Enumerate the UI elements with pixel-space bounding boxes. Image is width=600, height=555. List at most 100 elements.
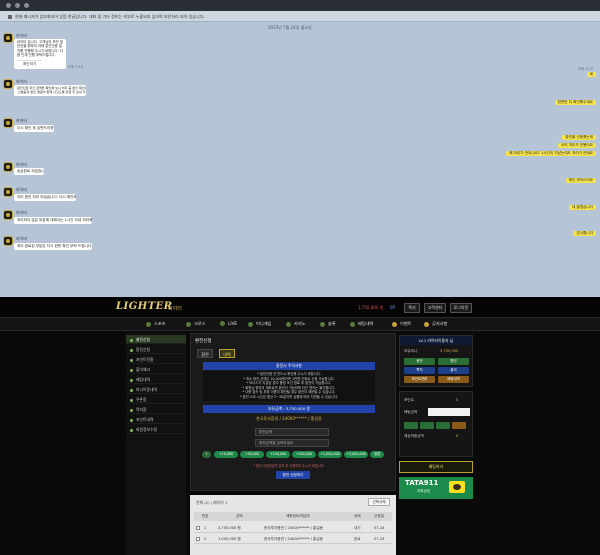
- sidebar-item-money-log[interactable]: 머니이동내역: [126, 385, 186, 394]
- quick-1m-button[interactable]: +1,000,000: [318, 451, 342, 458]
- bet-max-button[interactable]: [452, 422, 466, 429]
- window-button-icon[interactable]: [15, 3, 20, 8]
- quick-50k-button[interactable]: +50,000: [240, 451, 264, 458]
- bet-amount-label: 베팅금액: [404, 410, 418, 414]
- quick-3m-button[interactable]: +3,000,000: [344, 451, 368, 458]
- nav-bet-history[interactable]: 배팅내역: [350, 321, 373, 327]
- apply-withdraw-button[interactable]: 환전 신청하기: [276, 471, 310, 479]
- sidebar-item-withdraw[interactable]: 환전신청: [126, 345, 186, 354]
- cross-icon: [186, 321, 191, 327]
- withdraw-button[interactable]: 환전: [438, 358, 469, 365]
- site-logo[interactable]: LIGHTER: [116, 301, 173, 312]
- slot-icon: [320, 321, 325, 327]
- nav-casino[interactable]: 카지노: [286, 321, 306, 327]
- withdraw-icon: [130, 348, 133, 352]
- quick-reset-button[interactable]: 정정: [370, 451, 384, 458]
- support-button[interactable]: 고객센터: [424, 303, 446, 313]
- logout-button[interactable]: 로그아웃: [450, 303, 472, 313]
- quick-100k-button[interactable]: +100,000: [266, 451, 290, 458]
- tata911-title: TATA911: [405, 479, 439, 487]
- sender-avatar[interactable]: [3, 79, 13, 89]
- quick-500k-button[interactable]: +500,000: [292, 451, 316, 458]
- bet-amount-input[interactable]: [428, 408, 470, 416]
- window-button-icon[interactable]: [6, 3, 11, 8]
- tata911-subtitle: 카톡상담: [417, 489, 431, 493]
- kakaotalk-icon: [449, 481, 465, 493]
- sidebar-item-bet-history[interactable]: 베팅내역: [126, 375, 186, 384]
- sender-avatar[interactable]: [3, 162, 13, 172]
- message-box-button[interactable]: 쪽지: [404, 367, 435, 374]
- nav-cross[interactable]: 크로스: [186, 321, 206, 327]
- sender-avatar[interactable]: [3, 118, 13, 128]
- right-sidebar: LV.1 라이터이용자 님 보유머니 3,750,000 충전 환전 쪽지 출석…: [399, 333, 473, 555]
- panel-title: 환전신청: [195, 339, 212, 344]
- notice-icon: [424, 321, 429, 327]
- nav-event[interactable]: 이벤트: [392, 321, 412, 327]
- message-bubble: 환전신청 하신 금액을 확인해 보니 처리 중 본인 확인이 필요합니다. 신분…: [14, 85, 86, 96]
- points-label: 포인트: [404, 398, 414, 402]
- notice-rules: * 환전신청 전 반드시 확인해 주시기 바랍니다. * 최소 환전 금액은 1…: [203, 371, 375, 401]
- sender-avatar[interactable]: [3, 236, 13, 246]
- chat-notice-text: 현재 메시지가 암호화되어 있음 한글입니다. 대화 및 기타 정보는 외부로 …: [15, 14, 205, 19]
- card-confirm-button[interactable]: 확인하기: [17, 59, 43, 67]
- expected-win-label: 예상적중금액: [404, 434, 424, 438]
- chat-notice: 현재 메시지가 암호화되어 있음 한글입니다. 대화 및 기타 정보는 외부로 …: [0, 11, 600, 22]
- window-button-icon[interactable]: [24, 3, 29, 8]
- nav-slot[interactable]: 슬롯: [320, 321, 336, 327]
- main-nav: 스포츠 크로스 LIVE 미니게임 카지노 슬롯 배팅내역 이벤트 공지사항: [0, 317, 600, 331]
- tata911-banner[interactable]: TATA911 카톡상담: [399, 477, 473, 499]
- my-message-bubble: 감사합니다: [573, 231, 596, 236]
- expected-win-value: 0: [456, 434, 459, 438]
- tab-withdraw[interactable]: 환전: [197, 349, 213, 358]
- row-checkbox[interactable]: [196, 537, 200, 541]
- bet-10k-button[interactable]: [420, 422, 434, 429]
- amount-select[interactable]: 환전금액: [255, 428, 329, 436]
- delete-selected-button[interactable]: 선택삭제: [368, 498, 390, 506]
- tab-history[interactable]: 내역: [219, 349, 235, 358]
- message-bubble: 송금완료 되었습니다.: [14, 168, 44, 175]
- nav-live[interactable]: LIVE: [220, 321, 237, 326]
- message-bubble: 처리하지 않은 부분에 대해서는 1시간 이내 처리해 드리겠습니다.: [14, 217, 92, 224]
- quick-10k-button[interactable]: +10,000: [214, 451, 238, 458]
- quick-add-button[interactable]: +: [202, 451, 211, 458]
- message-bubble: 다시 확인 후 답변드리겠습니다.: [14, 125, 54, 132]
- attendance-button[interactable]: 출석: [438, 367, 469, 374]
- sidebar-item-attendance[interactable]: 출석체크: [126, 365, 186, 374]
- account-info: 한국투자증권 / 24000****** / 홍길동: [256, 416, 322, 421]
- bet-now-button[interactable]: 배팅하기: [399, 461, 473, 473]
- megaphone-icon: [8, 15, 12, 19]
- sender-avatar[interactable]: [3, 210, 13, 220]
- nav-sports[interactable]: 스포츠: [146, 321, 166, 327]
- amount-input[interactable]: 환전금액을 입력하세요: [255, 439, 329, 447]
- betting-site: LIGHTER 라이터 3,750,000 원 0P 쪽지 고객센터 로그아웃 …: [0, 300, 600, 555]
- sidebar-item-profile[interactable]: 회원정보수정: [126, 425, 186, 434]
- password-note: * 환전 비밀번호를 입력 후 신청하여 주시기 바랍니다.: [253, 464, 325, 468]
- sidebar-item-coupon[interactable]: 쿠폰함: [126, 395, 186, 404]
- nav-notice[interactable]: 공지사항: [424, 321, 447, 327]
- bet-5k-button[interactable]: [404, 422, 418, 429]
- message-button[interactable]: 쪽지: [404, 303, 420, 313]
- user-info-box: LV.1 라이터이용자 님 보유머니 3,750,000 충전 환전 쪽지 출석…: [399, 335, 473, 387]
- screenshot-root: 현재 메시지가 암호화되어 있음 한글입니다. 대화 및 기타 정보는 외부로 …: [0, 0, 600, 555]
- sender-name: 라이터: [16, 118, 28, 123]
- chat-titlebar: [0, 0, 600, 11]
- bet-50k-button[interactable]: [436, 422, 450, 429]
- bet-history-button[interactable]: 배팅내역: [438, 376, 469, 383]
- sidebar-item-point-convert[interactable]: 포인트전환: [126, 355, 186, 364]
- sidebar-item-point-log[interactable]: 포인트내역: [126, 415, 186, 424]
- deposit-button[interactable]: 충전: [404, 358, 435, 365]
- message-bubble: 처리 완료된 부분은 다시 한번 확인 부탁 드립니다.: [14, 243, 92, 250]
- table-row[interactable]: 1 3,750,000 원 한국투자증권 / 24000****** / 홍길동…: [194, 524, 392, 533]
- sender-avatar[interactable]: [3, 187, 13, 197]
- sender-avatar[interactable]: [3, 33, 13, 43]
- row-checkbox[interactable]: [196, 526, 200, 530]
- chat-date: 2023년 7월 24일 월요일: [268, 25, 312, 30]
- nav-minigame[interactable]: 미니게임: [248, 321, 271, 327]
- point-convert-button[interactable]: 포인트전환: [404, 376, 435, 383]
- site-header: LIGHTER 라이터 3,750,000 원 0P 쪽지 고객센터 로그아웃: [0, 300, 600, 317]
- sidebar-item-deposit[interactable]: 충전신청: [126, 335, 186, 344]
- message-time: 오후 3:10: [68, 65, 83, 69]
- sidebar-item-messages[interactable]: 쪽지함: [126, 405, 186, 414]
- list-header: 번호 금액 계좌정보/예금주 상태 신청일: [194, 512, 392, 521]
- table-row[interactable]: 2 1,000,000 원 한국투자증권 / 24000****** / 홍길동…: [194, 535, 392, 544]
